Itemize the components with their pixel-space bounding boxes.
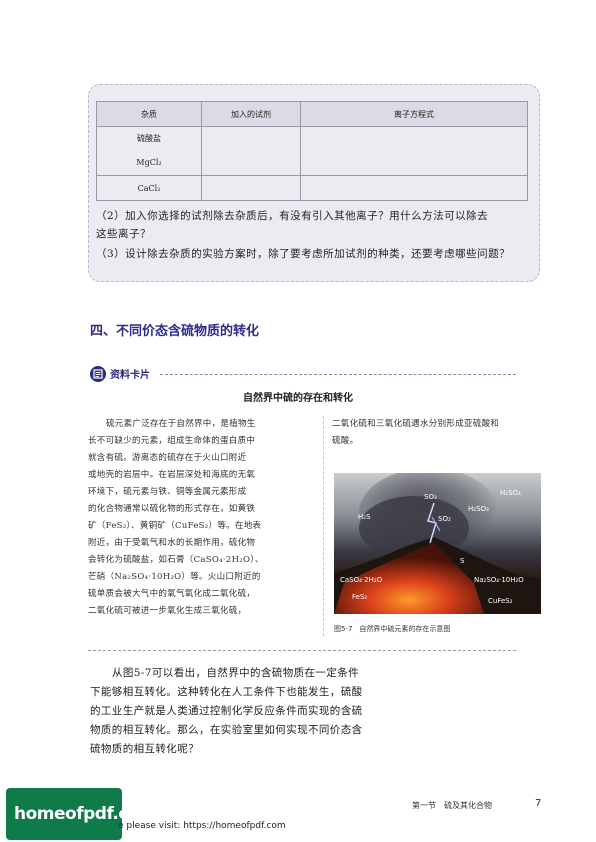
- watermark-logo[interactable]: homeofpdf.com: [6, 788, 157, 840]
- text-line: 或地壳的岩层中。在岩层深处和海底的无氧: [88, 470, 256, 480]
- text-line: 会转化为硫酸盐，如石膏（CaSO₄·2H₂O）、: [88, 555, 264, 565]
- body-paragraph: 从图5-7可以看出，自然界中的含硫物质在一定条件 下能够相互转化。这种转化在人工…: [90, 664, 392, 759]
- text-line: 物质的相互转化。那么，在实验室里如何实现不同价态含: [90, 724, 363, 736]
- book-icon: [93, 369, 103, 379]
- reagent-cell: [201, 126, 301, 176]
- equation-cell: [300, 126, 528, 176]
- card-label: 资料卡片: [110, 370, 150, 381]
- text-line: 矿（FeS₂）、黄铜矿（CuFeS₂）等。在地表: [88, 521, 262, 531]
- watermark-url[interactable]: e please visit: https://homeofpdf.com: [118, 821, 286, 831]
- impurity-sulfate: 硫酸盐: [137, 134, 161, 143]
- label-na2so4: Na₂SO₄·10H₂O: [474, 576, 524, 584]
- page-number: 7: [535, 798, 542, 809]
- col-header-reagent: 加入的试剂: [201, 101, 301, 127]
- label-caso4: CaSO₄·2H₂O: [340, 576, 383, 584]
- label-s: S: [460, 557, 465, 565]
- col-header-impurity: 杂质: [96, 101, 202, 127]
- text-line: 附近，由于受氧气和水的长期作用，硫化物: [88, 538, 256, 548]
- label-h2s: H₂S: [358, 513, 371, 521]
- question-3: （3）设计除去杂质的实验方案时，除了要考虑所加试剂的种类，还要考虑哪些问题？: [96, 248, 511, 260]
- card-title: 自然界中硫的存在和转化: [243, 393, 353, 404]
- text-line: 硫单质会被大气中的氧气氧化成二氧化硫，: [88, 589, 256, 599]
- volcano-photo: SO₃ H₂SO₄ H₂S SO₂ H₂SO₃ S CaSO₄·2H₂O Na₂…: [334, 473, 541, 614]
- footer-section-title: 第一节 硫及其化合物: [412, 801, 492, 810]
- card-divider: [160, 374, 516, 375]
- figure-caption: 图5-7 自然界中硫元素的存在示意图: [334, 625, 451, 633]
- card-right-column: 二氧化硫和三氧化硫遇水分别形成亚硫酸和 硫酸。: [332, 416, 546, 450]
- text-line: 硫酸。: [332, 436, 359, 446]
- impurity-table: 杂质 加入的试剂 离子方程式 硫酸盐 MgCl₂ CaCl₂: [96, 101, 528, 201]
- card-icon: [90, 366, 106, 382]
- text-line: 硫物质的相互转化呢？: [90, 743, 199, 755]
- reagent-cell: [201, 175, 301, 201]
- text-line: 环境下，硫元素与铁、铜等金属元素形成: [88, 487, 247, 497]
- label-so3: SO₃: [424, 493, 437, 501]
- question-2-line-1: （2）加入你选择的试剂除去杂质后，有没有引入其他离子？用什么方法可以除去: [96, 210, 489, 222]
- label-h2so3: H₂SO₃: [468, 505, 489, 513]
- text-line: 二氧化硫可被进一步氧化生成三氧化硫，: [88, 606, 247, 616]
- text-line: 的工业生产就是人类通过控制化学反应条件而实现的含硫: [90, 705, 363, 717]
- impurity-cacl2: CaCl₂: [137, 183, 161, 193]
- impurity-cell: 硫酸盐 MgCl₂: [96, 126, 202, 176]
- table-row: CaCl₂: [96, 175, 528, 201]
- label-so2: SO₂: [438, 515, 451, 523]
- text-line: 二氧化硫和三氧化硫遇水分别形成亚硫酸和: [332, 419, 500, 429]
- equation-cell: [300, 175, 528, 201]
- text-line: 的化合物通常以硫化物的形式存在，如黄铁: [88, 504, 256, 514]
- text-line: 从图5-7可以看出，自然界中的含硫物质在一定条件: [112, 667, 360, 679]
- text-line: 就含有硫。游离态的硫存在于火山口附近: [88, 453, 247, 463]
- section-heading: 四、不同价态含硫物质的转化: [90, 324, 260, 339]
- impurity-cell: CaCl₂: [96, 175, 202, 201]
- card-left-column: 硫元素广泛存在于自然界中，是植物生 长不可缺少的元素，组成生命体的蛋白质中 就含…: [88, 416, 316, 620]
- label-cufes2: CuFeS₂: [488, 597, 513, 605]
- table-row: 硫酸盐 MgCl₂: [96, 126, 528, 176]
- label-h2so4: H₂SO₄: [500, 489, 521, 497]
- impurity-mgcl2: MgCl₂: [136, 158, 162, 167]
- col-header-equation: 离子方程式: [300, 101, 528, 127]
- text-line: 芒硝（Na₂SO₄·10H₂O）等。火山口附近的: [88, 572, 261, 582]
- text-line: 硫元素广泛存在于自然界中，是植物生: [106, 419, 256, 429]
- text-line: 长不可缺少的元素，组成生命体的蛋白质中: [88, 436, 256, 446]
- table-header-row: 杂质 加入的试剂 离子方程式: [96, 101, 528, 127]
- column-divider: [323, 416, 324, 636]
- question-2-line-2: 这些离子？: [96, 228, 151, 240]
- text-line: 下能够相互转化。这种转化在人工条件下也能发生，硫酸: [90, 686, 363, 698]
- card-bottom-divider: [88, 650, 516, 651]
- label-fes2: FeS₂: [352, 593, 368, 601]
